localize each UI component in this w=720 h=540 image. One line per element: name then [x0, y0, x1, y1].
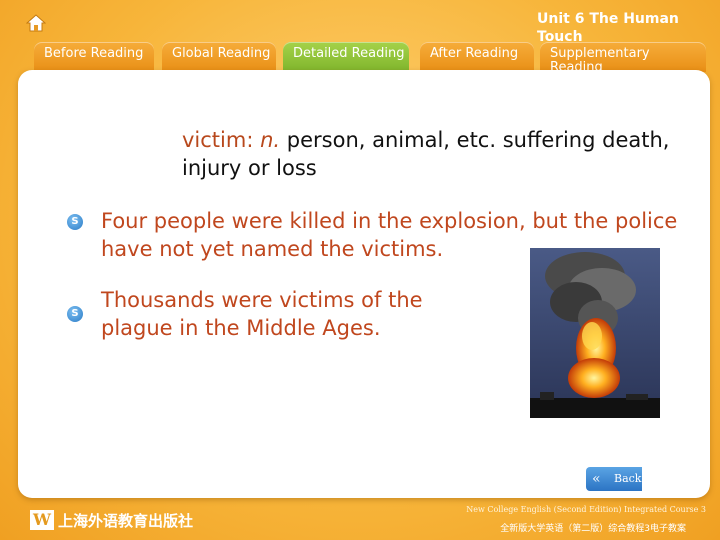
part-of-speech: n.	[260, 128, 281, 152]
definition: victim: n. person, animal, etc. sufferin…	[182, 126, 682, 182]
tab-after-reading[interactable]: After Reading	[420, 42, 534, 72]
unit-title: Unit 6 The Human Touch	[537, 11, 679, 45]
home-icon[interactable]	[25, 14, 47, 32]
definition-word: victim:	[182, 128, 254, 152]
course-title-cn: 全新版大学英语（第二版）综合教程3电子教案	[500, 524, 686, 534]
definition-meaning: person, animal, etc. suffering death, in…	[182, 128, 670, 180]
tab-supplementary-reading[interactable]: Supplementary Reading	[540, 42, 706, 72]
course-title-en: New College English (Second Edition) Int…	[466, 505, 706, 514]
example-sentence-2: Thousands were victims of the plague in …	[101, 288, 423, 340]
sentence-bullet-icon[interactable]: S	[67, 306, 83, 322]
explosion-photo	[530, 248, 660, 418]
back-button-label: Back	[614, 472, 642, 485]
sentence-bullet-icon[interactable]: S	[67, 214, 83, 230]
publisher-logo-mark: W	[30, 510, 54, 530]
publisher-name: 上海外语教育出版社	[58, 512, 194, 530]
publisher-logo: W 上海外语教育出版社	[30, 510, 193, 532]
double-chevron-left-icon: «	[592, 471, 601, 487]
tab-detailed-reading[interactable]: Detailed Reading	[283, 42, 409, 72]
back-button[interactable]: « Back	[586, 467, 642, 491]
tab-global-reading[interactable]: Global Reading	[162, 42, 276, 72]
tab-before-reading[interactable]: Before Reading	[34, 42, 154, 72]
